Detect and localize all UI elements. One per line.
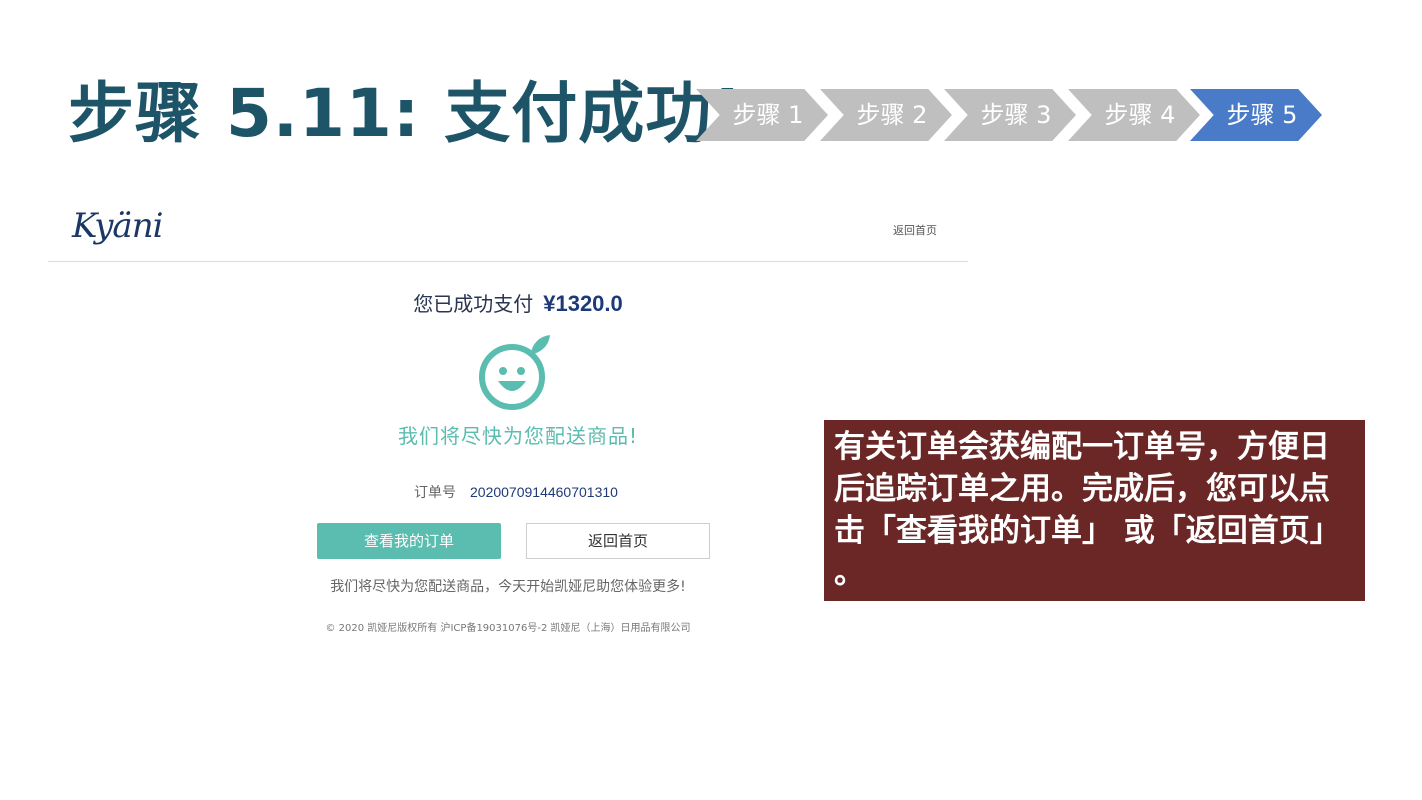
step-2: 步骤 2 (820, 89, 952, 141)
order-number-row: 订单号 2020070914460701310 (414, 482, 618, 502)
step-progress: 步骤 1 步骤 2 步骤 3 步骤 4 步骤 5 (696, 89, 1326, 141)
kyani-logo[interactable]: Kyäni (72, 206, 163, 246)
payment-confirmation: 您已成功支付 ¥1320.0 (48, 288, 988, 317)
view-my-orders-button[interactable]: 查看我的订单 (317, 523, 501, 559)
smiley-face-icon (479, 335, 550, 410)
step-3: 步骤 3 (944, 89, 1076, 141)
instruction-note: 有关订单会获编配一订单号，方便日后追踪订单之用。完成后，您可以点击「查看我的订单… (824, 420, 1365, 601)
header-divider (48, 261, 968, 262)
header-home-link[interactable]: 返回首页 (893, 222, 937, 238)
logo-text: Kyäni (72, 206, 163, 246)
paid-amount: ¥1320.0 (543, 291, 623, 316)
order-number-value: 2020070914460701310 (470, 484, 618, 500)
step-5-active: 步骤 5 (1190, 89, 1322, 141)
paid-label: 您已成功支付 (413, 292, 534, 316)
return-home-button[interactable]: 返回首页 (526, 523, 710, 559)
order-number-label: 订单号 (414, 485, 456, 501)
step-1: 步骤 1 (696, 89, 828, 141)
step-4: 步骤 4 (1068, 89, 1200, 141)
slide-title: 步骤 5.11: 支付成功! (68, 75, 744, 152)
page-footer: © 2020 凯娅尼版权所有 沪ICP备19031076号-2 凯娅尼（上海）日… (325, 623, 691, 634)
